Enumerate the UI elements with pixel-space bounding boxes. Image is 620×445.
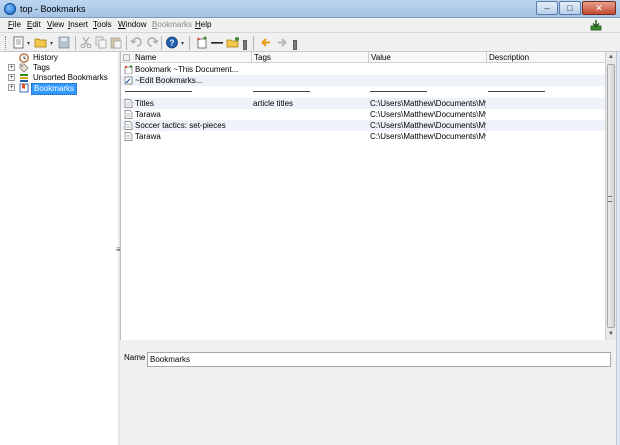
unsorted-bookmarks-icon [19,73,29,83]
table-row-separator[interactable] [121,86,606,97]
menu-file[interactable]: File [8,20,21,29]
document-icon [124,110,133,119]
toolbar-separator [126,36,127,50]
bookmark-list[interactable]: Name Tags Value Description Bookmark ~Th… [120,52,605,340]
document-icon [124,99,133,108]
separator-line [253,91,310,92]
tags-icon [19,63,29,73]
toolbar: ? [0,32,620,52]
title-bar: top - Bookmarks – □ ✕ [0,0,620,18]
document-icon [124,132,133,141]
toolbar-resize-grip[interactable] [243,40,247,50]
separator-line [125,91,192,92]
menu-edit[interactable]: Edit [27,20,41,29]
table-row[interactable]: Soccer tactics: set-pieces C:\Users\Matt… [121,120,606,131]
tree-item-history[interactable]: History [0,53,118,63]
window-controls: – □ ✕ [536,1,616,15]
edit-bookmarks-icon [124,76,133,85]
svg-text:?: ? [170,39,175,48]
name-field-label: Name [124,353,145,362]
minimize-button[interactable]: – [536,1,558,15]
cut-icon[interactable] [79,36,93,49]
download-icon[interactable] [590,19,602,31]
scrollbar-grip-icon [608,196,612,202]
separator-line [370,91,427,92]
window-title: top - Bookmarks [20,4,86,14]
menu-help[interactable]: Help [195,20,211,29]
toolbar-separator [253,36,254,50]
menu-bar: File Edit View Insert Tools Window Bookm… [0,18,620,32]
history-icon [19,53,29,63]
toolbar-separator [189,36,190,50]
tree-item-tags[interactable]: + Tags [0,63,118,73]
close-button[interactable]: ✕ [582,1,616,15]
new-document-icon[interactable] [12,36,26,49]
open-folder-icon[interactable] [34,36,48,49]
expand-unsorted-bookmarks-button[interactable]: + [8,74,15,81]
new-separator-icon[interactable] [210,36,224,49]
column-chooser-icon[interactable] [123,54,130,61]
table-header: Name Tags Value Description [121,52,606,63]
bookmark-document-icon [124,65,133,74]
save-icon[interactable] [57,36,71,49]
scroll-down-arrow-icon[interactable]: ▼ [607,330,615,339]
copy-icon[interactable] [94,36,108,49]
table-row[interactable]: Tarawa C:\Users\Matthew\Documents\My \ [121,109,606,120]
menu-window[interactable]: Window [118,20,146,29]
table-row[interactable]: ~Edit Bookmarks... [121,75,606,86]
column-header-tags[interactable]: Tags [252,52,369,63]
expand-tags-button[interactable]: + [8,64,15,71]
menu-tools[interactable]: Tools [93,20,112,29]
menu-bookmarks[interactable]: Bookmarks [152,20,192,29]
details-panel: Name [120,340,620,445]
back-arrow-icon[interactable] [259,36,273,49]
toolbar-separator [161,36,162,50]
menu-insert[interactable]: Insert [68,20,88,29]
redo-icon[interactable] [145,36,159,49]
help-icon[interactable]: ? [165,36,179,49]
maximize-button[interactable]: □ [559,1,581,15]
table-row[interactable]: Bookmark ~This Document... [121,64,606,75]
column-header-name[interactable]: Name [121,52,252,63]
scroll-up-arrow-icon[interactable]: ▲ [607,53,615,62]
open-dropdown-arrow-icon[interactable] [50,42,53,45]
toolbar-separator [75,36,76,50]
menu-view[interactable]: View [47,20,64,29]
tree-item-bookmarks[interactable]: + Bookmarks [0,83,118,93]
bookmark-tree[interactable]: History + Tags + Unsorted Bookmarks + Bo… [0,52,118,445]
document-icon [124,121,133,130]
new-folder-icon[interactable] [226,36,240,49]
expand-bookmarks-button[interactable]: + [8,84,15,91]
forward-arrow-icon[interactable] [275,36,289,49]
bookmarks-folder-icon [19,83,29,93]
app-icon [4,3,16,15]
toolbar-grip[interactable] [5,36,8,50]
undo-icon[interactable] [130,36,144,49]
help-dropdown-arrow-icon[interactable] [181,42,184,45]
table-row[interactable]: Tarawa C:\Users\Matthew\Documents\My \ [121,131,606,142]
window-right-border [616,52,620,445]
table-row[interactable]: Titles article titles C:\Users\Matthew\D… [121,98,606,109]
toolbar-resize-grip[interactable] [293,40,297,50]
column-header-value[interactable]: Value [369,52,487,63]
column-header-description[interactable]: Description [487,52,606,63]
new-dropdown-arrow-icon[interactable] [27,42,30,45]
paste-icon[interactable] [109,36,123,49]
vertical-scrollbar[interactable]: ▲ ▼ [605,52,616,340]
tree-item-unsorted-bookmarks[interactable]: + Unsorted Bookmarks [0,73,118,83]
name-field[interactable] [147,352,611,367]
new-bookmark-icon[interactable] [195,36,209,49]
separator-line [488,91,545,92]
